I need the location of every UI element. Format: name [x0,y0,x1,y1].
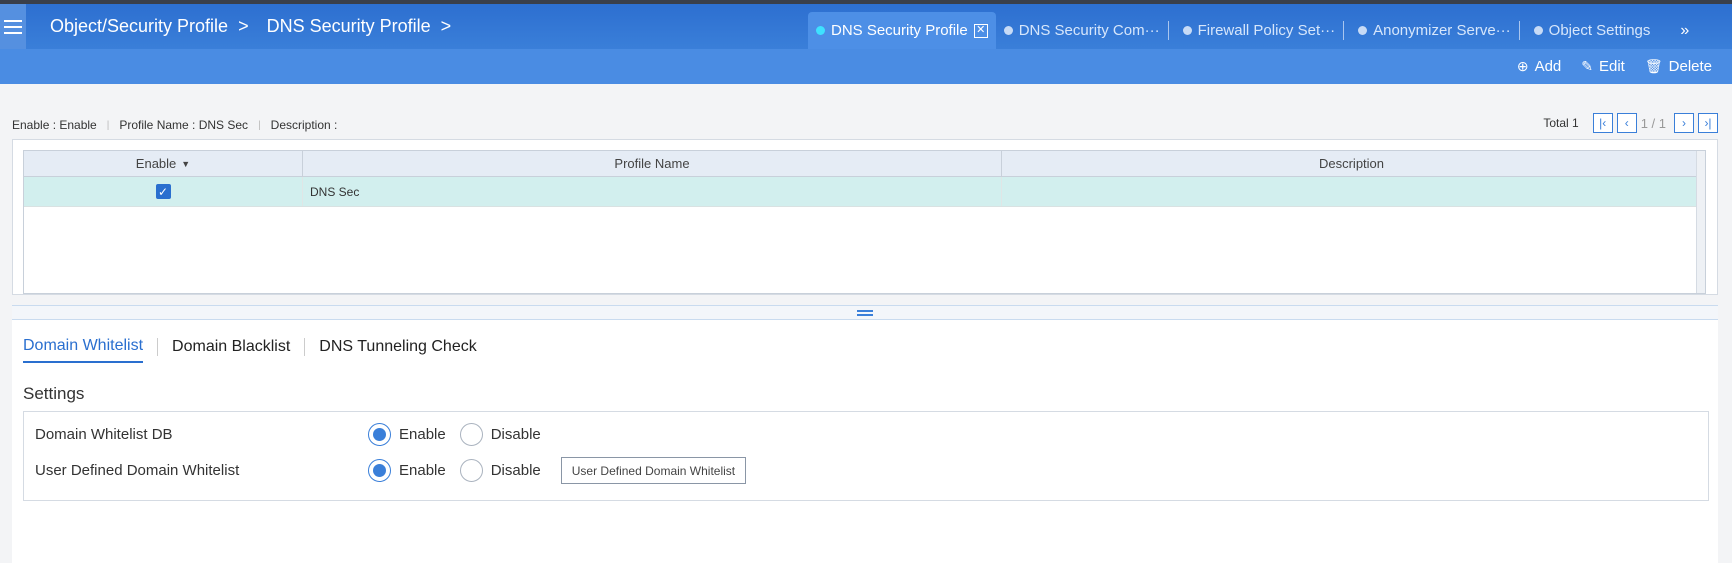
tab-object-settings[interactable]: Object Settings [1520,12,1659,49]
tab-divider [157,338,159,356]
tab-firewall-policy-set[interactable]: Firewall Policy Set··· [1169,12,1344,49]
tab-dns-security-profile[interactable]: DNS Security Profile ✕ [808,12,996,49]
tab-status-dot-icon [1003,26,1013,35]
chevron-right-icon: > [238,16,249,36]
tab-dns-tunneling-check[interactable]: DNS Tunneling Check [319,338,476,362]
setting-label: Domain Whitelist DB [35,426,173,443]
radio-circle [459,459,483,482]
delete-button[interactable]: 🗑 Delete [1645,58,1712,75]
tab-label: Anonymizer Serve··· [1373,22,1511,39]
delete-label: Delete [1668,58,1712,75]
user-defined-domain-whitelist-button[interactable]: User Defined Domain Whitelist [560,457,747,484]
radio-label: Disable [490,462,541,479]
filter-separator: | [258,119,261,131]
hamburger-menu-icon[interactable] [0,4,26,49]
settings-box: Domain Whitelist DB Enable Disable User … [23,411,1709,501]
total-count: Total 1 [1543,116,1579,130]
drag-handle-icon[interactable] [857,309,873,316]
filter-summary: Enable : Enable | Profile Name : DNS Sec… [12,118,337,132]
add-button[interactable]: ⊕ Add [1517,58,1561,75]
last-page-icon[interactable]: ›| [1698,113,1718,133]
setting-row-domain-whitelist-db: Domain Whitelist DB Enable Disable [35,423,555,446]
panel-splitter[interactable] [12,305,1718,320]
profile-table: Enable ▼ Profile Name Description ✓ DNS … [23,150,1706,294]
vertical-scrollbar[interactable] [1696,151,1705,293]
chevron-right-icon: > [440,16,452,36]
setting-label: User Defined Domain Whitelist [35,462,240,479]
tab-label: DNS Security Com··· [1018,22,1160,39]
pagination: Total 1 |‹ ‹ 1 / 1 › ›| [1543,113,1718,133]
filter-description[interactable]: Description : [271,118,338,132]
table-row[interactable]: ✓ DNS Sec [24,177,1705,207]
enable-checkbox[interactable]: ✓ [155,184,171,199]
edit-icon: ✎ [1581,58,1593,74]
radio-label: Enable [399,426,446,443]
disable-radio[interactable]: Disable [459,423,541,446]
breadcrumb: Object/Security Profile > DNS Security P… [50,16,469,37]
add-label: Add [1534,58,1562,75]
column-header-enable[interactable]: Enable ▼ [24,151,303,176]
tab-status-dot-icon [1533,26,1543,35]
plus-circle-icon: ⊕ [1516,58,1529,74]
radio-circle [368,423,391,446]
enable-radio[interactable]: Enable [368,459,446,482]
first-page-icon[interactable]: |‹ [1592,113,1613,133]
more-tabs-icon[interactable]: » [1658,12,1699,49]
column-header-description[interactable]: Description [1002,151,1702,176]
tab-status-dot-icon [1358,26,1368,35]
enable-radio[interactable]: Enable [368,423,446,446]
radio-circle [368,459,391,482]
column-header-profile-name[interactable]: Profile Name [303,151,1002,176]
edit-label: Edit [1599,58,1625,75]
toolbar: ⊕ Add ✎ Edit 🗑 Delete [0,49,1732,84]
filter-enable[interactable]: Enable : Enable [12,118,97,132]
next-page-icon[interactable]: › [1674,113,1694,133]
detail-tabs: Domain Whitelist Domain Blacklist DNS Tu… [23,337,477,363]
table-header: Enable ▼ Profile Name Description [24,151,1705,177]
tab-dns-security-com[interactable]: DNS Security Com··· [996,12,1168,49]
tab-divider [304,338,306,356]
edit-button[interactable]: ✎ Edit [1581,58,1625,75]
page-indicator: 1 / 1 [1640,115,1666,131]
disable-radio[interactable]: Disable [459,459,541,482]
radio-circle [459,423,483,446]
tab-domain-whitelist[interactable]: Domain Whitelist [23,337,144,363]
app-header: Object/Security Profile > DNS Security P… [0,4,1732,49]
settings-title: Settings [23,384,85,403]
tab-anonymizer-serve[interactable]: Anonymizer Serve··· [1344,12,1519,49]
trash-icon: 🗑 [1644,58,1663,74]
close-icon[interactable]: ✕ [973,23,988,38]
prev-page-icon[interactable]: ‹ [1616,113,1637,133]
cell-profile-name: DNS Sec [303,177,1002,206]
radio-label: Disable [490,426,541,443]
cell-description [1002,177,1702,206]
page-tabs: DNS Security Profile ✕ DNS Security Com·… [808,12,1699,49]
radio-label: Enable [399,462,446,479]
tab-domain-blacklist[interactable]: Domain Blacklist [172,338,290,362]
grid-panel: Enable ▼ Profile Name Description ✓ DNS … [12,139,1718,295]
tab-label: DNS Security Profile [831,22,968,39]
breadcrumb-item-object-security-profile[interactable]: Object/Security Profile [50,16,228,37]
breadcrumb-item-dns-security-profile[interactable]: DNS Security Profile [267,16,431,37]
tab-status-dot-icon [1182,26,1192,35]
tab-label: Object Settings [1548,22,1651,39]
filter-separator: | [106,119,110,131]
column-label: Enable [135,156,177,171]
filter-profile-name[interactable]: Profile Name : DNS Sec [119,118,248,132]
cell-enable: ✓ [24,177,303,206]
setting-row-user-defined-domain-whitelist: User Defined Domain Whitelist Enable Dis… [35,457,747,484]
tab-status-dot-icon [816,26,825,35]
tab-label: Firewall Policy Set··· [1197,22,1336,39]
sort-down-icon[interactable]: ▼ [181,159,190,169]
